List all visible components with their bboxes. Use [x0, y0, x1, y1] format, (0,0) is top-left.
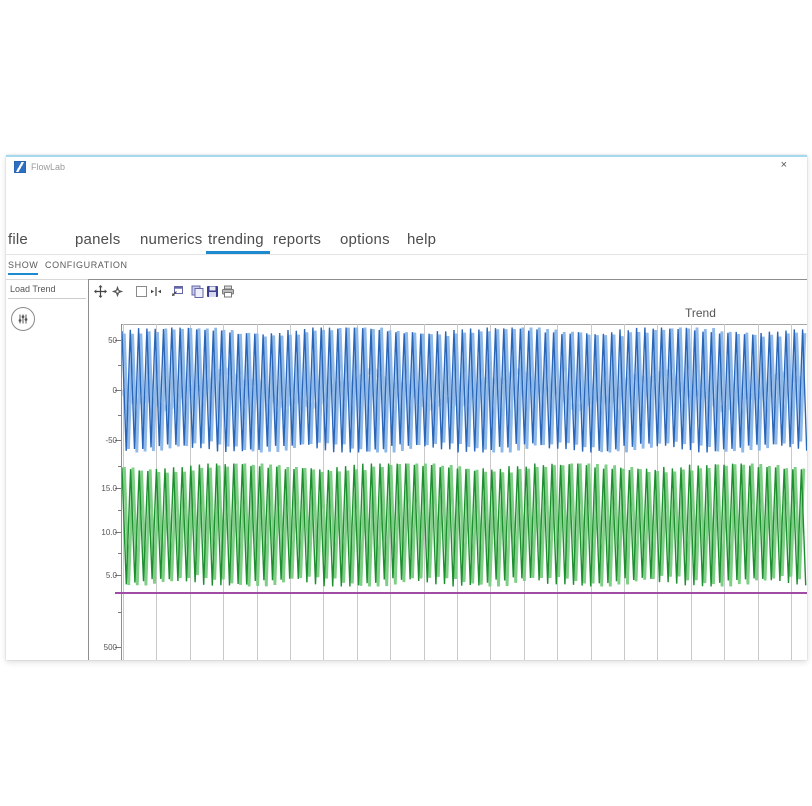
tracker-star-icon[interactable] — [111, 285, 124, 298]
menu-item-options[interactable]: options — [340, 231, 390, 248]
tick-minor — [118, 553, 121, 554]
app-window: FlowLab × file panels numerics trending … — [6, 155, 807, 660]
tick-label: -50 — [91, 436, 117, 445]
menu-item-panels[interactable]: panels — [75, 231, 120, 248]
fit-horizontal-icon[interactable] — [149, 285, 163, 298]
app-title: FlowLab — [31, 162, 65, 172]
flowlab-logo-icon — [14, 161, 26, 173]
menu-item-numerics[interactable]: numerics — [140, 231, 202, 248]
menu-item-trending[interactable]: trending — [208, 231, 264, 248]
menu-item-help[interactable]: help — [407, 231, 436, 248]
active-tab-underline — [8, 273, 38, 275]
tab-show[interactable]: SHOW — [8, 260, 38, 270]
load-trend-label: Load Trend — [10, 284, 56, 294]
tick-minor — [118, 365, 121, 366]
tick-minor — [118, 415, 121, 416]
tick-minor — [118, 612, 121, 613]
tick-label: 0 — [91, 386, 117, 395]
trend-panel: Trend 500-5015.010.05.0500 — [88, 279, 807, 660]
trace-purple-flat — [115, 592, 807, 594]
screenshot-canvas: { "window": { "app_name": "FlowLab", "cl… — [0, 0, 812, 806]
tab-configuration[interactable]: CONFIGURATION — [45, 260, 128, 270]
pan-icon[interactable] — [94, 285, 107, 298]
tick-label: 50 — [91, 336, 117, 345]
checkbox[interactable] — [136, 286, 147, 297]
load-trend-button[interactable] — [11, 307, 35, 331]
menu-item-reports[interactable]: reports — [273, 231, 321, 248]
tick-label: 500 — [91, 643, 117, 652]
tick-minor — [118, 466, 121, 467]
save-icon[interactable] — [206, 285, 219, 298]
sidebar-divider — [8, 298, 86, 299]
close-icon[interactable]: × — [781, 160, 787, 171]
sidebar: Load Trend — [6, 280, 88, 660]
sliders-icon — [17, 313, 29, 325]
tick-label: 5.0 — [91, 571, 117, 580]
export-window-icon[interactable] — [170, 285, 184, 298]
tick-label: 15.0 — [91, 484, 117, 493]
middle-waveform-trace — [122, 462, 807, 588]
tick-minor — [118, 510, 121, 511]
menu-item-file[interactable]: file — [8, 231, 28, 248]
chart-title: Trend — [685, 306, 716, 320]
menu-divider — [6, 254, 807, 255]
chart-toolbar — [89, 282, 235, 300]
top-waveform-trace — [122, 326, 807, 454]
copy-icon[interactable] — [191, 285, 204, 298]
tick-label: 10.0 — [91, 528, 117, 537]
print-icon[interactable] — [221, 285, 235, 298]
